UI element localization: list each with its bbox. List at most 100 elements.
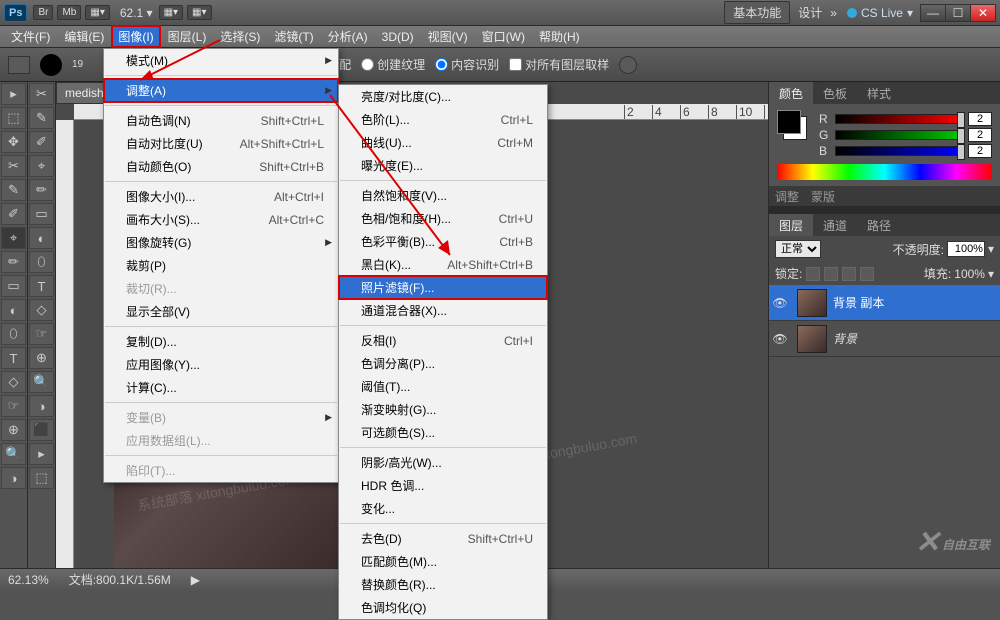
dd2-item-10[interactable]: 通道混合器(X)... — [339, 299, 547, 322]
mb-button[interactable]: Mb — [57, 5, 81, 20]
maximize-button[interactable]: ☐ — [945, 4, 971, 22]
fill-field[interactable]: 100% — [954, 267, 985, 281]
dd1-item-0[interactable]: 模式(M) — [104, 49, 338, 72]
dd2-item-22[interactable]: 去色(D)Shift+Ctrl+U — [339, 527, 547, 550]
eye-icon[interactable]: 👁 — [769, 332, 791, 346]
br-button[interactable]: Br — [33, 5, 53, 20]
status-zoom[interactable]: 62.13% — [8, 573, 49, 587]
tool-0-13[interactable]: ☞ — [1, 395, 26, 417]
pressure-icon[interactable] — [619, 56, 637, 74]
status-doc[interactable]: 文档:800.1K/1.56M — [69, 571, 171, 588]
dd1-item-16[interactable]: 应用图像(Y)... — [104, 353, 338, 376]
lock-all-icon[interactable] — [860, 267, 874, 281]
dd2-item-25[interactable]: 色调均化(Q) — [339, 596, 547, 619]
dd2-item-7[interactable]: 色彩平衡(B)...Ctrl+B — [339, 230, 547, 253]
minimize-button[interactable]: — — [920, 4, 946, 22]
close-button[interactable]: ✕ — [970, 4, 996, 22]
tool-preset-icon[interactable] — [8, 56, 30, 74]
menu-1[interactable]: 编辑(E) — [57, 25, 111, 48]
tab-adjustments[interactable]: 调整 — [775, 188, 799, 205]
design-link[interactable]: 设计 — [790, 4, 830, 21]
tab-color[interactable]: 颜色 — [769, 82, 813, 104]
tool-1-7[interactable]: ⬯ — [29, 251, 54, 273]
dd1-item-11[interactable]: 裁剪(P) — [104, 254, 338, 277]
eye-icon[interactable]: 👁 — [769, 296, 791, 310]
dd2-item-15[interactable]: 渐变映射(G)... — [339, 398, 547, 421]
tool-0-11[interactable]: T — [1, 347, 26, 369]
tool-0-12[interactable]: ◇ — [1, 371, 26, 393]
menu-3[interactable]: 图层(L) — [161, 25, 214, 48]
tool-0-14[interactable]: ⊕ — [1, 419, 26, 441]
dd1-item-17[interactable]: 计算(C)... — [104, 376, 338, 399]
lock-pixels-icon[interactable] — [824, 267, 838, 281]
menu-0[interactable]: 文件(F) — [4, 25, 57, 48]
tool-1-0[interactable]: ✂ — [29, 83, 54, 105]
dd2-item-12[interactable]: 反相(I)Ctrl+I — [339, 329, 547, 352]
dd2-item-14[interactable]: 阈值(T)... — [339, 375, 547, 398]
menu-10[interactable]: 帮助(H) — [532, 25, 587, 48]
dd1-item-8[interactable]: 图像大小(I)...Alt+Ctrl+I — [104, 185, 338, 208]
tool-0-10[interactable]: ⬯ — [1, 323, 26, 345]
dd2-item-24[interactable]: 替换颜色(R)... — [339, 573, 547, 596]
tool-0-2[interactable]: ✥ — [1, 131, 26, 153]
menu-9[interactable]: 窗口(W) — [475, 25, 532, 48]
dd2-item-9[interactable]: 照片滤镜(F)... — [339, 276, 547, 299]
dd1-item-2[interactable]: 调整(A) — [104, 79, 338, 102]
zoom-level[interactable]: 62.1 ▾ — [120, 6, 153, 20]
tool-0-0[interactable]: ▸ — [1, 83, 26, 105]
tool-1-5[interactable]: ▭ — [29, 203, 54, 225]
tab-layers[interactable]: 图层 — [769, 214, 813, 236]
blend-mode-select[interactable]: 正常 — [775, 240, 821, 258]
menu-8[interactable]: 视图(V) — [421, 25, 475, 48]
slider-g[interactable]: G2 — [819, 128, 992, 142]
screen-mode-button[interactable]: ▦▾ — [85, 5, 109, 20]
dd1-item-6[interactable]: 自动颜色(O)Shift+Ctrl+B — [104, 155, 338, 178]
dd2-item-6[interactable]: 色相/饱和度(H)...Ctrl+U — [339, 207, 547, 230]
dd1-item-9[interactable]: 画布大小(S)...Alt+Ctrl+C — [104, 208, 338, 231]
slider-r[interactable]: R2 — [819, 112, 992, 126]
tool-1-14[interactable]: ⬛ — [29, 419, 54, 441]
tab-styles[interactable]: 样式 — [857, 82, 901, 104]
tool-1-12[interactable]: 🔍 — [29, 371, 54, 393]
tool-1-15[interactable]: ▸ — [29, 443, 54, 465]
slider-b[interactable]: B2 — [819, 144, 992, 158]
menu-5[interactable]: 滤镜(T) — [267, 25, 320, 48]
tab-masks[interactable]: 蒙版 — [811, 188, 835, 205]
dd1-item-10[interactable]: 图像旋转(G) — [104, 231, 338, 254]
tool-1-8[interactable]: T — [29, 275, 54, 297]
tool-0-3[interactable]: ✂ — [1, 155, 26, 177]
brush-preview[interactable] — [40, 54, 62, 76]
lock-transparency-icon[interactable] — [806, 267, 820, 281]
layer-row-0[interactable]: 👁背景 副本 — [769, 285, 1000, 321]
layer-row-1[interactable]: 👁背景 — [769, 321, 1000, 357]
dd2-item-18[interactable]: 阴影/高光(W)... — [339, 451, 547, 474]
cslive-button[interactable]: CS Live ▾ — [847, 6, 913, 20]
tool-0-8[interactable]: ▭ — [1, 275, 26, 297]
menu-2[interactable]: 图像(I) — [111, 25, 160, 48]
spectrum-bar[interactable] — [777, 164, 992, 180]
tool-0-5[interactable]: ✐ — [1, 203, 26, 225]
dd1-item-13[interactable]: 显示全部(V) — [104, 300, 338, 323]
tool-1-6[interactable]: ◐ — [29, 227, 54, 249]
dd2-item-23[interactable]: 匹配颜色(M)... — [339, 550, 547, 573]
tool-0-1[interactable]: ⬚ — [1, 107, 26, 129]
lock-position-icon[interactable] — [842, 267, 856, 281]
dd2-item-5[interactable]: 自然饱和度(V)... — [339, 184, 547, 207]
tool-0-15[interactable]: 🔍 — [1, 443, 26, 465]
arrange-button[interactable]: ▦▾ — [159, 5, 183, 20]
dd1-item-4[interactable]: 自动色调(N)Shift+Ctrl+L — [104, 109, 338, 132]
workspace-pill[interactable]: 基本功能 — [724, 1, 790, 24]
dd2-item-16[interactable]: 可选颜色(S)... — [339, 421, 547, 444]
tool-1-9[interactable]: ◇ — [29, 299, 54, 321]
menu-6[interactable]: 分析(A) — [321, 25, 375, 48]
dd1-item-15[interactable]: 复制(D)... — [104, 330, 338, 353]
tool-1-2[interactable]: ✐ — [29, 131, 54, 153]
tool-1-10[interactable]: ☞ — [29, 323, 54, 345]
tool-1-11[interactable]: ⊕ — [29, 347, 54, 369]
tool-1-3[interactable]: ⌖ — [29, 155, 54, 177]
tool-0-16[interactable]: ◑ — [1, 467, 26, 489]
tool-1-4[interactable]: ✏ — [29, 179, 54, 201]
radio-content-aware[interactable]: 内容识别 — [435, 56, 499, 73]
tool-0-4[interactable]: ✎ — [1, 179, 26, 201]
tool-0-6[interactable]: ⌖ — [1, 227, 26, 249]
